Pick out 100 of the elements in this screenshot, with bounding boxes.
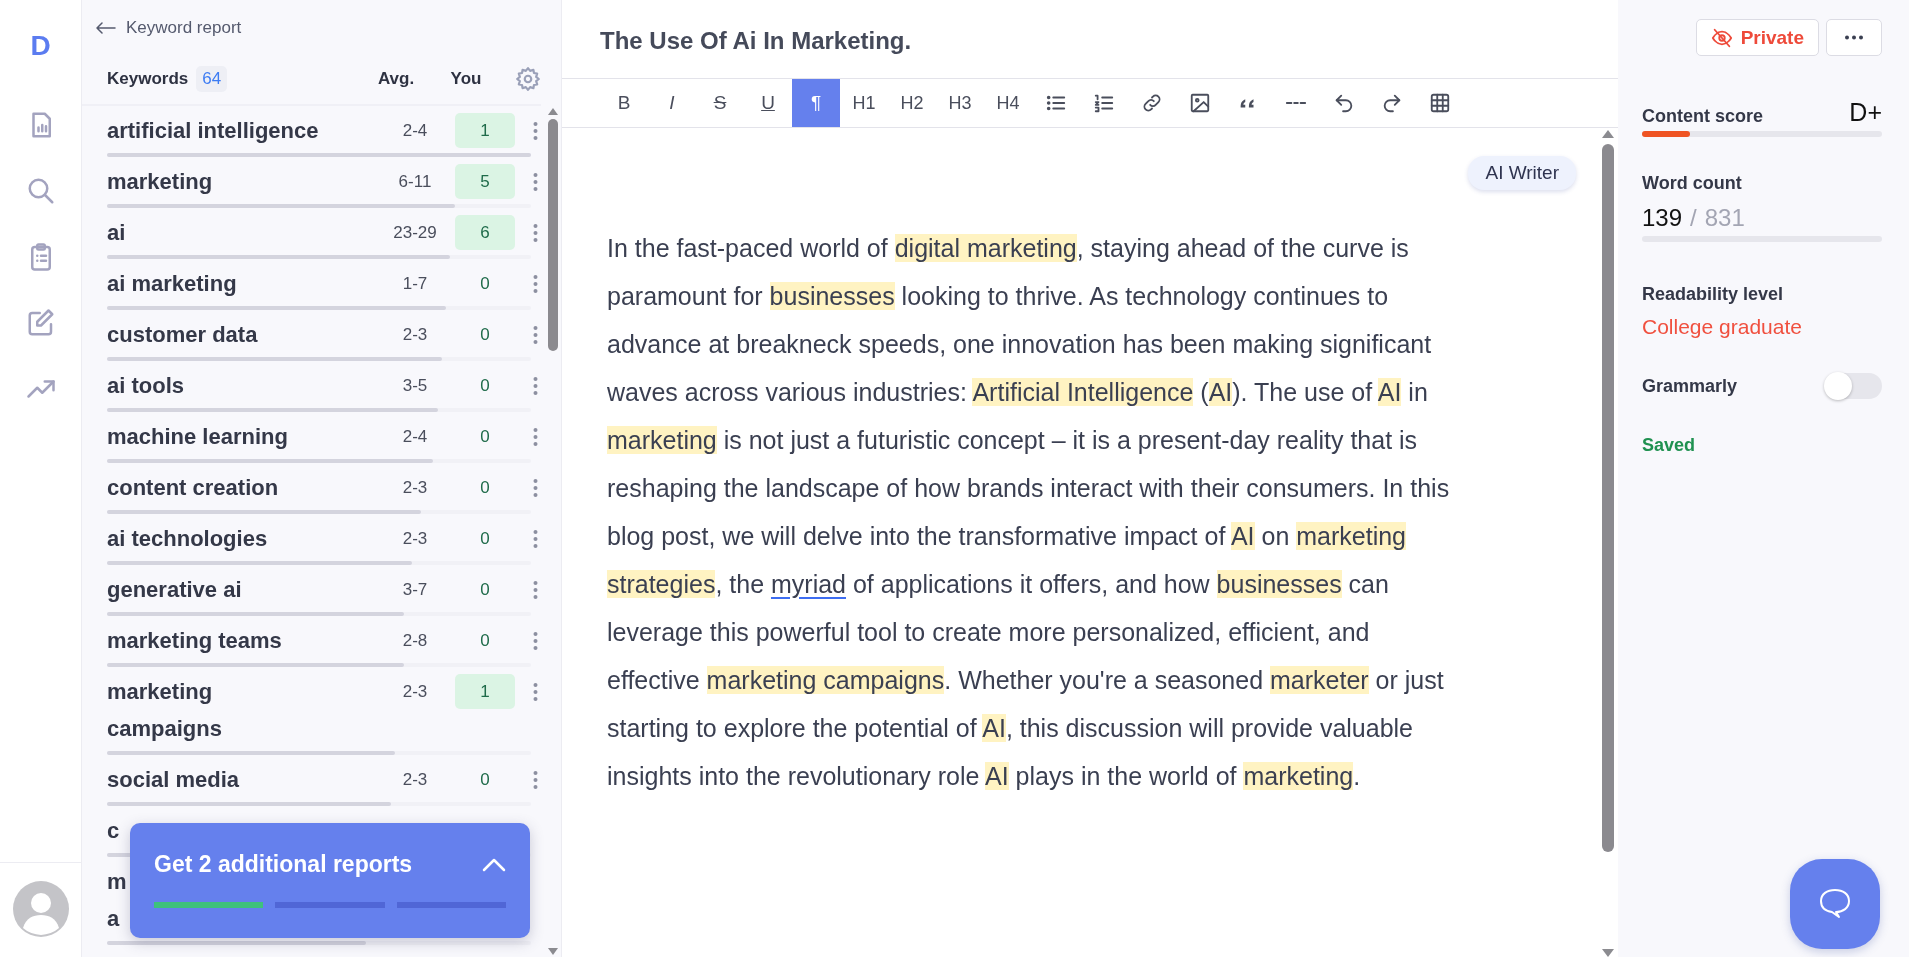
- average-range: 1-7: [401, 273, 429, 295]
- more-options-icon[interactable]: [532, 477, 538, 498]
- usage-count: 1: [455, 113, 515, 148]
- content-grade: D+: [1849, 98, 1882, 127]
- keyword-text: social media: [107, 766, 241, 794]
- more-options-icon[interactable]: [532, 630, 538, 651]
- more-options-icon[interactable]: [532, 120, 538, 141]
- more-options-icon[interactable]: [532, 222, 538, 243]
- avatar-icon[interactable]: [12, 881, 69, 937]
- keyword-text: artificial intelligence: [107, 117, 320, 145]
- keyword-text: content creation: [107, 474, 280, 502]
- more-options-icon[interactable]: [532, 375, 538, 396]
- keyword-text: customer data: [107, 321, 259, 349]
- link-icon: [1141, 92, 1163, 114]
- keyword-text: marketing teams: [107, 627, 283, 655]
- more-options-icon[interactable]: [532, 769, 538, 790]
- keyword-text: ai technologies: [107, 525, 269, 553]
- scroll-down-icon[interactable]: [548, 948, 558, 955]
- grammarly-toggle[interactable]: [1826, 373, 1882, 399]
- italic-button[interactable]: I: [648, 79, 696, 127]
- private-button[interactable]: Private: [1695, 19, 1819, 56]
- usage-count: 0: [479, 426, 491, 448]
- usage-count: 0: [479, 477, 491, 499]
- keyword-text: c: [107, 817, 121, 845]
- keyword-text: m a: [107, 868, 128, 933]
- average-range: 2-3: [401, 477, 429, 499]
- text-button[interactable]: ¶: [792, 79, 840, 127]
- scrollbar-thumb[interactable]: [548, 119, 558, 351]
- eye-slash-icon: [1710, 27, 1733, 48]
- average-range: 2-8: [401, 630, 429, 652]
- average-range: 2-3: [401, 528, 429, 550]
- keyword-count-badge: 64: [196, 66, 228, 92]
- scroll-up-icon[interactable]: [548, 108, 558, 115]
- keyword-text: generative ai: [107, 576, 243, 604]
- usage-count: 0: [479, 630, 491, 652]
- usage-count: 0: [479, 528, 491, 550]
- more-options-icon[interactable]: [532, 171, 538, 192]
- readability-value: College graduate: [1642, 315, 1803, 339]
- usage-count: 0: [479, 273, 491, 295]
- word-count-label: Word count: [1642, 173, 1743, 194]
- heading-button[interactable]: H2: [888, 79, 936, 127]
- word-count: 139: [1642, 204, 1683, 232]
- caret-up-icon[interactable]: [482, 857, 506, 872]
- average-range: 6-11: [397, 171, 433, 193]
- more-options-icon[interactable]: [532, 324, 538, 345]
- ai-writer-button[interactable]: AI Writer: [1468, 156, 1576, 190]
- column-header: You: [449, 69, 483, 89]
- keyword-text: marketing: [107, 168, 214, 196]
- more-options-icon[interactable]: [532, 528, 538, 549]
- settings-icon[interactable]: [515, 66, 541, 92]
- average-range: 2-4: [401, 120, 429, 142]
- back-arrow-icon: [96, 22, 116, 34]
- scrollbar-thumb[interactable]: [1602, 144, 1614, 852]
- search-icon[interactable]: [25, 176, 56, 206]
- heading-button[interactable]: H3: [936, 79, 984, 127]
- keyword-text: marketing campaigns: [107, 678, 223, 743]
- average-range: 23-29: [392, 222, 438, 244]
- strike-button[interactable]: S: [696, 79, 744, 127]
- usage-count: 0: [479, 375, 491, 397]
- numbered-list-icon: [1093, 92, 1115, 114]
- edit-icon[interactable]: [25, 308, 56, 338]
- back-link[interactable]: Keyword report: [82, 0, 242, 38]
- column-header: Avg.: [376, 69, 416, 89]
- word-target: 831: [1704, 204, 1745, 232]
- bold-button[interactable]: B: [600, 79, 648, 127]
- average-range: 2-4: [401, 426, 429, 448]
- app-logo[interactable]: D: [30, 30, 51, 62]
- heading-button[interactable]: H4: [984, 79, 1032, 127]
- scroll-down-icon[interactable]: [1602, 949, 1614, 957]
- body-paragraph: In the fast-paced world of digital marketing, staying ahead of the curve is paramount for businesses looking to thrive. As technology continues to advance at breakneck speeds, one innovation has been making significant waves across various industries: Artificial Intelligence (AI). The use of AI in marketing is not just a futuristic concept – it is a present-day reality that is reshaping the landscape of how brands interact with their consumers. In this blog post, we will delve into the transformative impact of AI on marketing strategies, the myriad of applications it offers, and how businesses can leverage this powerful tool to create more personalized, efficient, and effective marketing campaigns. Whether you're a seasoned marketer or just starting to explore the potential of AI, this discussion will provide valuable insights into the revolutionary role AI plays in the world of marketing.: [607, 233, 1451, 792]
- save-status: Saved: [1642, 435, 1697, 456]
- usage-count: 0: [479, 769, 491, 791]
- average-range: 3-5: [401, 375, 429, 397]
- keywords-heading: Keywords: [107, 69, 189, 89]
- scroll-up-icon[interactable]: [1602, 130, 1614, 138]
- more-icon: [1844, 35, 1864, 40]
- chat-button[interactable]: [1790, 859, 1880, 949]
- grammarly-label: Grammarly: [1642, 375, 1738, 397]
- more-options-icon[interactable]: [532, 426, 538, 447]
- undo-icon: [1333, 92, 1355, 114]
- usage-count: 6: [455, 215, 515, 250]
- image-icon: [1189, 92, 1211, 114]
- usage-count: 0: [479, 579, 491, 601]
- table-icon: [1429, 92, 1451, 114]
- readability-label: Readability level: [1642, 284, 1785, 305]
- banner-text: Get 2 additional reports: [154, 851, 413, 878]
- horizontal-rule-icon: [1285, 101, 1307, 105]
- keyword-text: machine learning: [107, 423, 289, 451]
- more-options-icon[interactable]: [532, 579, 538, 600]
- more-options-icon[interactable]: [532, 273, 538, 294]
- average-range: 2-3: [401, 324, 429, 346]
- content-score-label: Content score: [1642, 106, 1764, 127]
- upgrade-banner[interactable]: Get 2 additional reports: [130, 823, 530, 938]
- more-options-icon[interactable]: [532, 681, 538, 702]
- usage-count: 0: [479, 324, 491, 346]
- more-button[interactable]: [1826, 19, 1882, 56]
- underline-button[interactable]: U: [744, 79, 792, 127]
- heading-button[interactable]: H1: [840, 79, 888, 127]
- keyword-text: ai: [107, 219, 127, 247]
- separator-text: /: [1690, 204, 1697, 232]
